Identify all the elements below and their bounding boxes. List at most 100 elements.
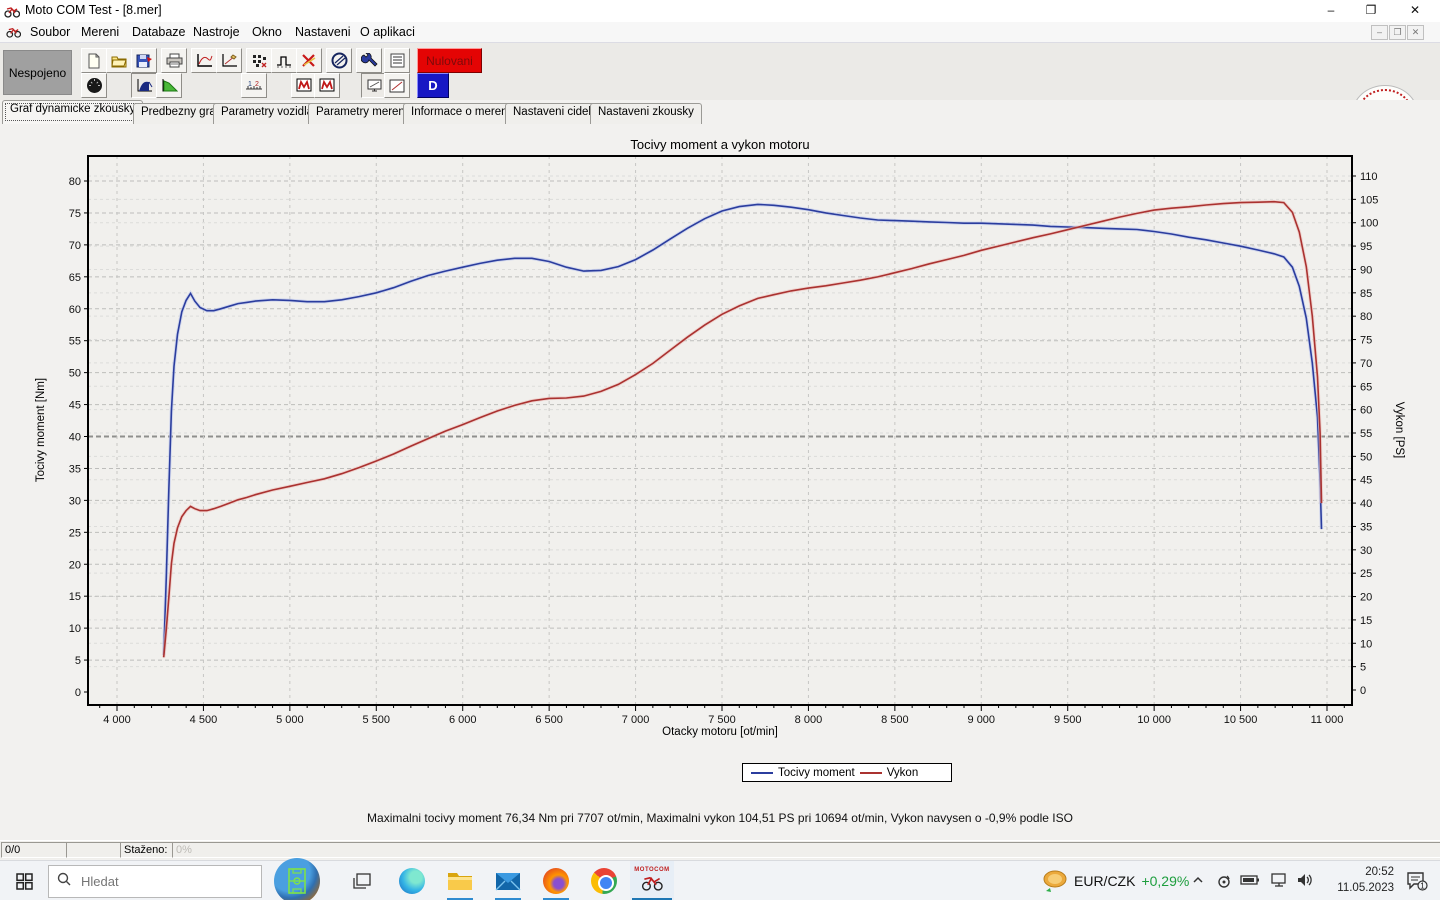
close-button[interactable]: ✕ — [1398, 0, 1432, 21]
firefox-icon[interactable] — [534, 861, 578, 900]
svg-text:20: 20 — [1360, 592, 1372, 604]
svg-text:45: 45 — [1360, 475, 1372, 487]
diagonal-line-icon — [389, 79, 405, 93]
mdi-restore-button[interactable]: ❐ — [1389, 25, 1406, 40]
menu-okno[interactable]: Okno — [248, 24, 286, 40]
currency-widget[interactable]: EUR/CZK +0,29% — [1042, 861, 1189, 900]
tab-informace-o-mereni[interactable]: Informace o mereni — [403, 103, 518, 124]
menu-o-aplikaci[interactable]: O aplikaci — [356, 24, 419, 40]
nulovani-button[interactable]: Nulovani — [417, 48, 482, 73]
replay-m2-button[interactable] — [314, 73, 340, 98]
open-file-button[interactable] — [106, 48, 132, 73]
mdi-minimize-button[interactable]: – — [1371, 25, 1388, 40]
status-stazeno-value: 0% — [172, 842, 1440, 858]
minimize-button[interactable]: – — [1314, 0, 1348, 21]
menu-databaze[interactable]: Databaze — [128, 24, 190, 40]
menu-nastaveni[interactable]: Nastaveni — [291, 24, 355, 40]
mail-icon[interactable] — [486, 861, 530, 900]
right-axis-label: Vykon [PS] — [1393, 402, 1405, 458]
tab-nastaveni-cidel[interactable]: Nastaveni cidel — [505, 103, 599, 124]
menu-bar: Soubor Mereni Databaze Nastroje Okno Nas… — [0, 22, 1440, 43]
battery-icon[interactable] — [1240, 873, 1260, 891]
status-stazeno-label: Staženo: — [120, 842, 174, 858]
tray-app-icon[interactable] — [1216, 873, 1232, 894]
motocom-taskbar-button[interactable]: MOTOCOM — [630, 861, 674, 900]
speaker-icon[interactable] — [1297, 873, 1314, 892]
menu-nastroje[interactable]: Nastroje — [189, 24, 244, 40]
graph-curve-icon — [196, 53, 213, 68]
tab-graf-dynamicke-zkousky[interactable]: Graf dynamicke zkousky — [2, 100, 143, 124]
window-title: Moto COM Test - [8.mer] — [25, 3, 162, 17]
title-bar: Moto COM Test - [8.mer] – ❐ ✕ — [0, 0, 1440, 23]
svg-text:4 000: 4 000 — [103, 714, 131, 726]
red-x-icon — [301, 53, 317, 68]
new-document-button[interactable] — [81, 48, 107, 73]
mdi-close-button[interactable]: ✕ — [1407, 25, 1424, 40]
svg-text:2: 2 — [255, 81, 259, 88]
legend-power-label: Vykon — [887, 767, 919, 779]
max-values-text: Maximalni tocivy moment 76,34 Nm pri 770… — [0, 811, 1440, 825]
print-button[interactable] — [161, 48, 187, 73]
notification-center-icon[interactable]: 1 — [1406, 871, 1428, 896]
svg-text:30: 30 — [1360, 545, 1372, 557]
taskbar-search[interactable] — [48, 865, 262, 898]
svg-text:5 500: 5 500 — [363, 714, 391, 726]
svg-text:50: 50 — [1360, 451, 1372, 463]
graph-edit-button[interactable] — [216, 48, 242, 73]
chrome-icon[interactable] — [582, 861, 626, 900]
currency-change: +0,29% — [1141, 873, 1189, 889]
start-button[interactable] — [0, 861, 48, 900]
svg-text:80: 80 — [69, 176, 81, 188]
svg-text:0: 0 — [75, 687, 81, 699]
network-icon[interactable] — [1270, 873, 1288, 892]
clock[interactable]: 20:52 11.05.2023 — [1337, 864, 1394, 896]
tab-parametry-mereni[interactable]: Parametry mereni — [308, 103, 415, 124]
restore-button[interactable]: ❐ — [1354, 0, 1388, 21]
taskbar: MOTOCOM EUR/CZK +0,29% 20:52 11.0 — [0, 860, 1440, 900]
svg-text:70: 70 — [1360, 358, 1372, 370]
svg-text:90: 90 — [1360, 264, 1372, 276]
dyno-graph-button[interactable] — [191, 48, 217, 73]
tray-chevron-up-icon[interactable] — [1191, 873, 1205, 892]
power-graph-button[interactable] — [156, 73, 182, 98]
d-button[interactable]: D — [417, 73, 449, 98]
diagonal-graph-button[interactable] — [384, 73, 410, 98]
torque-graph-button[interactable] — [131, 73, 157, 98]
x-axis-label: Otacky motoru [ot/min] — [662, 726, 778, 738]
svg-text:75: 75 — [69, 208, 81, 220]
svg-text:8 000: 8 000 — [795, 714, 823, 726]
step-signal-button[interactable] — [271, 48, 297, 73]
m-curve-icon-1 — [296, 78, 312, 93]
status-counter: 0/0 — [1, 842, 67, 858]
sensor-setup-button[interactable] — [356, 48, 382, 73]
edge-icon[interactable] — [390, 861, 434, 900]
currency-pair: EUR/CZK — [1074, 873, 1135, 889]
svg-text:50: 50 — [69, 368, 81, 380]
throttle-gauge-button[interactable] — [81, 73, 107, 98]
ruler-12-button[interactable]: 12 — [241, 73, 267, 98]
windows-logo-icon — [16, 873, 33, 890]
tab-nastaveni-zkousky[interactable]: Nastaveni zkousky — [590, 103, 702, 124]
menu-mereni[interactable]: Mereni — [77, 24, 123, 40]
tab-parametry-vozidla[interactable]: Parametry vozidla — [213, 103, 321, 124]
green-area-chart-icon — [161, 78, 178, 93]
svg-text:10: 10 — [69, 623, 81, 635]
file-explorer-icon[interactable] — [438, 861, 482, 900]
svg-text:40: 40 — [1360, 498, 1372, 510]
save-as-button[interactable] — [131, 48, 157, 73]
left-axis-label: Tocivy moment [Nm] — [35, 378, 47, 482]
football-app-icon[interactable] — [274, 858, 320, 900]
open-folder-icon — [111, 54, 128, 68]
chart-panel: Tocivy moment a vykon motoru Tocivy mome… — [0, 124, 1440, 840]
data-list-button[interactable] — [384, 48, 410, 73]
menu-soubor[interactable]: Soubor — [26, 24, 74, 40]
points-grid-icon — [251, 53, 267, 68]
search-input[interactable] — [79, 873, 233, 890]
svg-text:5: 5 — [1360, 662, 1366, 674]
task-view-button[interactable] — [340, 861, 384, 900]
stop-circle-button[interactable] — [326, 48, 352, 73]
measured-points-button[interactable] — [246, 48, 272, 73]
svg-text:45: 45 — [69, 400, 81, 412]
svg-text:75: 75 — [1360, 335, 1372, 347]
delete-test-button[interactable] — [296, 48, 322, 73]
